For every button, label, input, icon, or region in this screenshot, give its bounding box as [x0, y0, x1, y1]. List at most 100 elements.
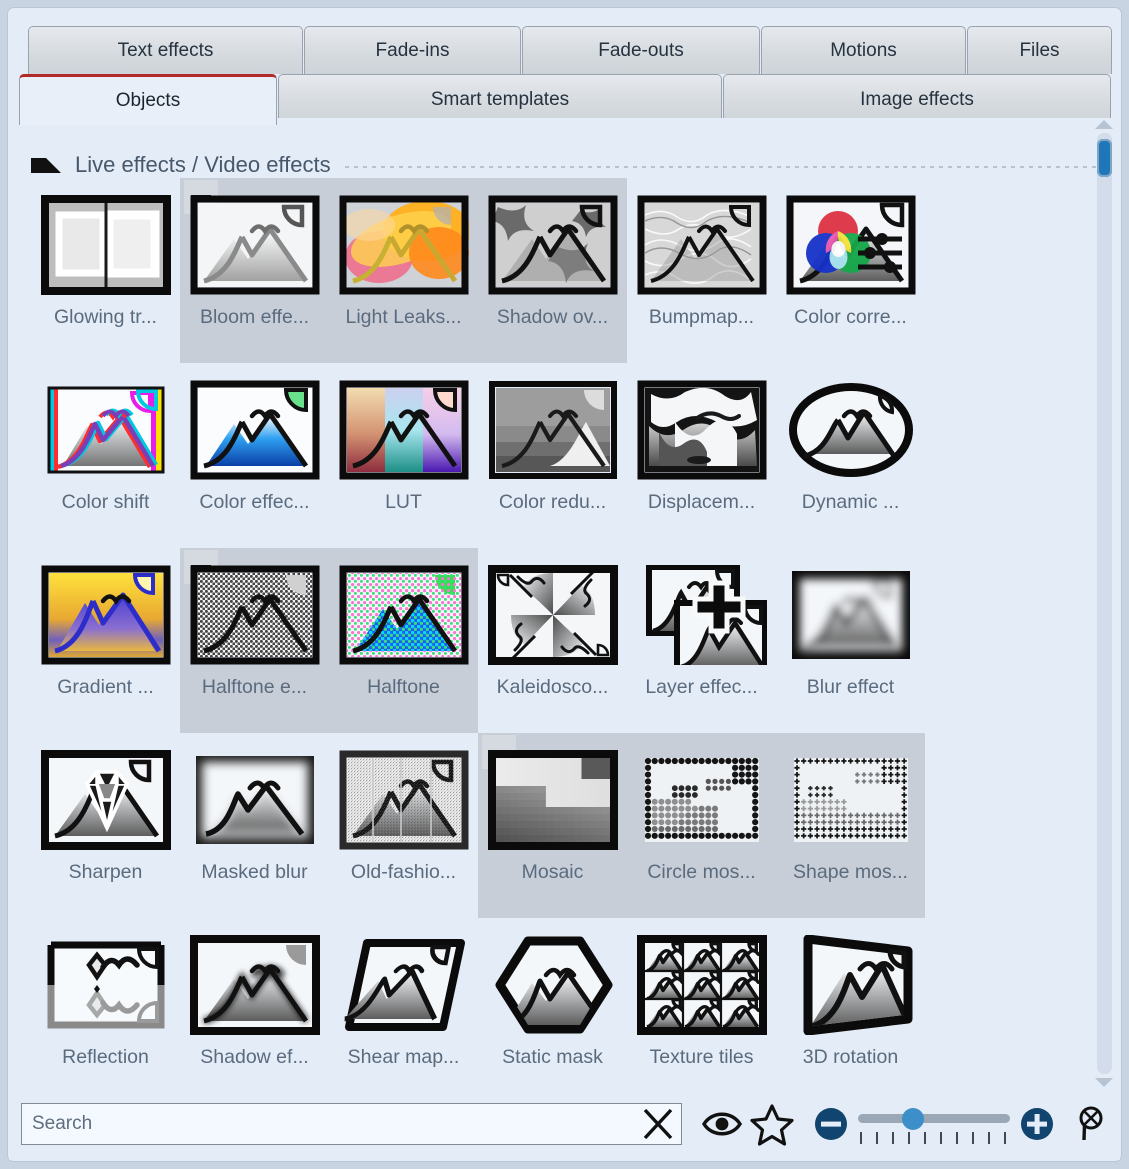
group-header: Live effects / Video effects — [31, 150, 1098, 180]
tab-fade-ins[interactable]: Fade-ins — [304, 26, 521, 74]
effect-item-halftone-e[interactable]: Halftone e... — [180, 548, 329, 733]
effect-item-texture-tiles[interactable]: Texture tiles — [627, 918, 776, 1089]
tab-objects[interactable]: Objects — [19, 74, 277, 125]
scrollbar-track[interactable] — [1097, 133, 1112, 1074]
search-box[interactable] — [21, 1103, 682, 1145]
effects-scroll-area: Live effects / Video effects Glowing tr.… — [9, 118, 1120, 1089]
effect-item-gradient[interactable]: Gradient ... — [31, 548, 180, 733]
tab-files[interactable]: Files — [967, 26, 1112, 74]
bottom-toolbar — [9, 1088, 1120, 1160]
tab-label: Fade-ins — [376, 40, 450, 62]
tab-label: Motions — [830, 40, 897, 62]
3d-rotation-thumb[interactable] — [785, 926, 917, 1044]
static-mask-thumb[interactable] — [487, 926, 619, 1044]
scroll-down-arrow-icon[interactable] — [1095, 1078, 1113, 1087]
search-input[interactable] — [22, 1104, 635, 1144]
effect-item-dynamic[interactable]: Dynamic ... — [776, 363, 925, 548]
effect-label: Mosaic — [522, 861, 584, 884]
halftone-effect-thumb[interactable] — [189, 556, 321, 674]
color-reduction-thumb[interactable] — [487, 371, 619, 489]
minus-circle-icon[interactable] — [814, 1107, 848, 1141]
effect-item-color-corre[interactable]: Color corre... — [776, 178, 925, 363]
effect-item-sharpen[interactable]: Sharpen — [31, 733, 180, 918]
effect-label: Halftone e... — [202, 676, 307, 699]
effect-item-bloom-effe[interactable]: Bloom effe... — [180, 178, 329, 363]
effect-item-color-redu[interactable]: Color redu... — [478, 363, 627, 548]
effect-label: Light Leaks... — [346, 306, 462, 329]
effect-item-color-effec[interactable]: Color effec... — [180, 363, 329, 548]
effect-item-color-shift[interactable]: Color shift — [31, 363, 180, 548]
layer-effect-thumb[interactable] — [636, 556, 768, 674]
effect-item-shadow-ov[interactable]: Shadow ov... — [478, 178, 627, 363]
glowing-transition-thumb[interactable] — [40, 186, 172, 304]
effect-item-mosaic[interactable]: Mosaic — [478, 733, 627, 918]
eye-icon[interactable] — [700, 1102, 744, 1146]
displacement-thumb[interactable] — [636, 371, 768, 489]
effect-label: Dynamic ... — [802, 491, 900, 514]
effect-item-3d-rotation[interactable]: 3D rotation — [776, 918, 925, 1089]
effect-item-blur-effect[interactable]: Blur effect — [776, 548, 925, 733]
shadow-effect-thumb[interactable] — [189, 926, 321, 1044]
scroll-up-arrow-icon[interactable] — [1095, 120, 1113, 129]
sharpen-thumb[interactable] — [40, 741, 172, 859]
plus-circle-icon[interactable] — [1020, 1107, 1054, 1141]
magnifier-reset-icon[interactable] — [1066, 1103, 1108, 1145]
effect-item-shape-mos[interactable]: Shape mos... — [776, 733, 925, 918]
dynamic-thumb[interactable] — [785, 371, 917, 489]
zoom-slider-track[interactable] — [858, 1114, 1010, 1123]
scroll-thumb[interactable] — [1097, 139, 1112, 177]
effect-item-circle-mos[interactable]: Circle mos... — [627, 733, 776, 918]
effect-item-light-leaks[interactable]: Light Leaks... — [329, 178, 478, 363]
effect-item-shear-map[interactable]: Shear map... — [329, 918, 478, 1089]
tab-fade-outs[interactable]: Fade-outs — [522, 26, 760, 74]
color-correction-thumb[interactable] — [785, 186, 917, 304]
effect-item-reflection[interactable]: Reflection — [31, 918, 180, 1089]
shear-map-thumb[interactable] — [338, 926, 470, 1044]
halftone-thumb[interactable] — [338, 556, 470, 674]
circle-mosaic-thumb[interactable] — [636, 741, 768, 859]
effect-item-masked-blur[interactable]: Masked blur — [180, 733, 329, 918]
effect-item-kaleidosco[interactable]: Kaleidosco... — [478, 548, 627, 733]
effect-item-static-mask[interactable]: Static mask — [478, 918, 627, 1089]
bloom-effect-thumb[interactable] — [189, 186, 321, 304]
reflection-thumb[interactable] — [40, 926, 172, 1044]
zoom-slider[interactable] — [858, 1102, 1010, 1146]
lut-thumb[interactable] — [338, 371, 470, 489]
shape-mosaic-thumb[interactable] — [785, 741, 917, 859]
effect-label: Masked blur — [201, 861, 307, 884]
vertical-scrollbar[interactable] — [1093, 120, 1115, 1087]
effect-item-lut[interactable]: LUT — [329, 363, 478, 548]
effect-item-shadow-ef[interactable]: Shadow ef... — [180, 918, 329, 1089]
effect-label: Sharpen — [69, 861, 143, 884]
effect-item-bumpmap[interactable]: Bumpmap... — [627, 178, 776, 363]
effect-label: Glowing tr... — [54, 306, 157, 329]
clear-x-icon[interactable] — [635, 1103, 681, 1145]
bumpmap-thumb[interactable] — [636, 186, 768, 304]
effect-item-old-fashio[interactable]: Old-fashio... — [329, 733, 478, 918]
effect-item-glowing-tr[interactable]: Glowing tr... — [31, 178, 180, 363]
mosaic-thumb[interactable] — [487, 741, 619, 859]
effect-item-halftone[interactable]: Halftone — [329, 548, 478, 733]
effects-panel: Text effects Fade-ins Fade-outs Motions … — [7, 7, 1122, 1162]
triangle-collapse-icon[interactable] — [31, 158, 61, 173]
kaleidoscope-thumb[interactable] — [487, 556, 619, 674]
effect-label: Old-fashio... — [351, 861, 456, 884]
blur-effect-thumb[interactable] — [785, 556, 917, 674]
color-shift-thumb[interactable] — [40, 371, 172, 489]
header-dotted-rule — [345, 166, 1098, 168]
effect-item-layer-effec[interactable]: Layer effec... — [627, 548, 776, 733]
star-icon[interactable] — [750, 1102, 794, 1146]
tab-motions[interactable]: Motions — [761, 26, 966, 74]
effect-item-displacem[interactable]: Displacem... — [627, 363, 776, 548]
tab-text-effects[interactable]: Text effects — [28, 26, 303, 74]
zoom-slider-knob[interactable] — [902, 1108, 924, 1130]
effect-label: Kaleidosco... — [497, 676, 609, 699]
gradient-thumb[interactable] — [40, 556, 172, 674]
old-fashioned-thumb[interactable] — [338, 741, 470, 859]
masked-blur-thumb[interactable] — [189, 741, 321, 859]
light-leaks-thumb[interactable] — [338, 186, 470, 304]
color-effect-thumb[interactable] — [189, 371, 321, 489]
tab-label: Fade-outs — [598, 40, 684, 62]
shadow-overlay-thumb[interactable] — [487, 186, 619, 304]
texture-tiles-thumb[interactable] — [636, 926, 768, 1044]
